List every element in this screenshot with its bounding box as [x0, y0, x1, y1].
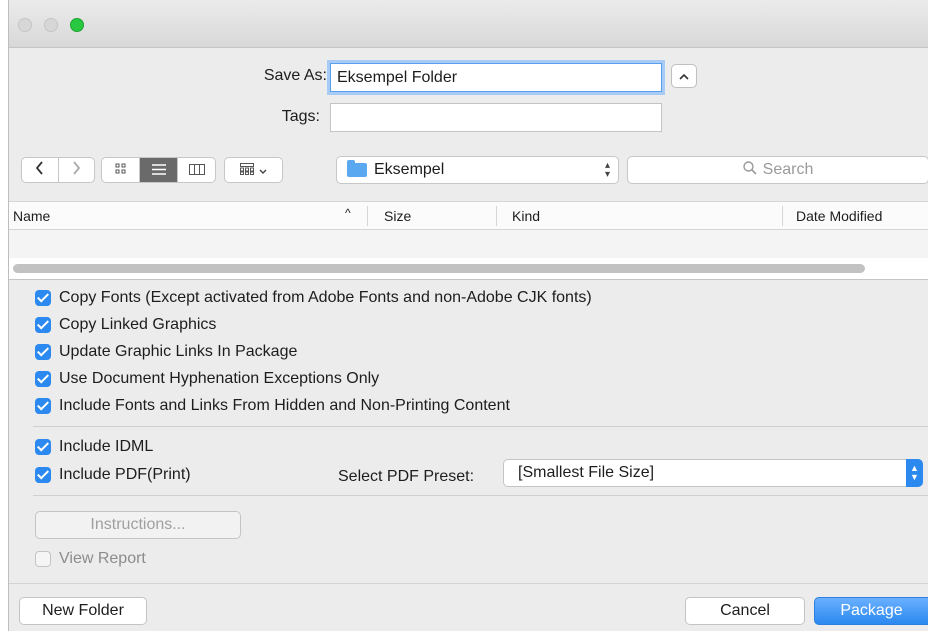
checkbox-checked-icon	[35, 317, 51, 333]
copy-fonts-checkbox[interactable]: Copy Fonts (Except activated from Adobe …	[35, 289, 592, 307]
column-view-button[interactable]	[178, 158, 215, 182]
checkbox-unchecked-icon	[35, 551, 51, 567]
back-button[interactable]	[22, 158, 59, 182]
column-date-modified[interactable]: Date Modified	[796, 208, 882, 224]
divider	[33, 495, 928, 496]
column-divider[interactable]	[496, 206, 497, 226]
file-list[interactable]	[9, 230, 928, 280]
tags-field[interactable]	[330, 103, 662, 132]
checkbox-checked-icon	[35, 344, 51, 360]
list-row	[9, 230, 928, 258]
checkbox-checked-icon	[35, 371, 51, 387]
up-down-chevron-icon: ▲ ▼	[906, 459, 923, 487]
column-divider[interactable]	[367, 206, 368, 226]
checkbox-checked-icon	[35, 439, 51, 455]
location-popup[interactable]: Eksempel ▴ ▾	[336, 156, 619, 184]
search-placeholder: Search	[762, 161, 814, 178]
cancel-button[interactable]: Cancel	[685, 597, 805, 625]
file-list-header: Name ^ Size Kind Date Modified	[9, 201, 928, 230]
gallery-group-icon	[240, 162, 254, 179]
checkbox-checked-icon	[35, 467, 51, 483]
update-graphic-links-checkbox[interactable]: Update Graphic Links In Package	[35, 343, 297, 361]
include-hidden-checkbox[interactable]: Include Fonts and Links From Hidden and …	[35, 397, 510, 415]
horizontal-scrollbar[interactable]	[13, 264, 865, 273]
column-size[interactable]: Size	[384, 208, 411, 224]
up-down-chevron-icon: ▴ ▾	[604, 160, 610, 180]
checkbox-checked-icon	[35, 398, 51, 414]
view-report-label: View Report	[59, 550, 146, 567]
save-as-label: Save As:	[263, 67, 327, 84]
forward-button[interactable]	[59, 158, 95, 182]
include-idml-label: Include IDML	[59, 438, 154, 455]
icon-view-button[interactable]	[102, 158, 140, 182]
list-icon	[151, 162, 166, 179]
pdf-preset-value: [Smallest File Size]	[518, 464, 655, 481]
pdf-preset-popup[interactable]: [Smallest File Size] ▲ ▼	[503, 459, 923, 487]
include-idml-checkbox[interactable]: Include IDML	[35, 438, 153, 456]
view-mode-segmented	[101, 157, 216, 183]
copy-linked-graphics-checkbox[interactable]: Copy Linked Graphics	[35, 316, 216, 334]
column-kind[interactable]: Kind	[512, 208, 540, 224]
nav-buttons	[21, 157, 95, 183]
zoom-window-button[interactable]	[70, 18, 84, 32]
include-hidden-label: Include Fonts and Links From Hidden and …	[59, 397, 510, 414]
collapse-button[interactable]	[671, 64, 697, 88]
view-report-checkbox[interactable]: View Report	[35, 550, 146, 568]
chevron-right-icon	[72, 161, 81, 179]
checkbox-checked-icon	[35, 290, 51, 306]
use-hyphenation-label: Use Document Hyphenation Exceptions Only	[59, 370, 380, 387]
save-as-field[interactable]: Eksempel Folder	[330, 63, 662, 92]
chevron-down-icon	[259, 162, 267, 179]
close-window-button[interactable]	[18, 18, 32, 32]
copy-fonts-label: Copy Fonts (Except activated from Adobe …	[59, 289, 592, 306]
update-graphic-links-label: Update Graphic Links In Package	[59, 343, 298, 360]
location-label: Eksempel	[374, 161, 445, 178]
include-pdf-label: Include PDF(Print)	[59, 466, 191, 483]
pdf-preset-label: Select PDF Preset:	[338, 468, 475, 485]
folder-icon	[347, 160, 367, 177]
search-icon	[742, 160, 757, 180]
columns-icon	[188, 162, 205, 179]
chevron-up-icon	[679, 69, 689, 83]
footer-bar: New Folder Cancel Package	[9, 583, 928, 631]
search-field[interactable]: Search	[627, 156, 928, 184]
column-name[interactable]: Name	[13, 208, 50, 224]
package-button[interactable]: Package	[814, 597, 928, 625]
list-view-button[interactable]	[140, 158, 178, 182]
use-hyphenation-checkbox[interactable]: Use Document Hyphenation Exceptions Only	[35, 370, 379, 388]
minimize-window-button[interactable]	[44, 18, 58, 32]
icon-grid-icon	[115, 162, 127, 179]
instructions-button[interactable]: Instructions...	[35, 511, 241, 539]
tags-label: Tags:	[281, 108, 320, 125]
chevron-left-icon	[35, 161, 44, 179]
new-folder-button[interactable]: New Folder	[19, 597, 147, 625]
sort-ascending-icon: ^	[345, 206, 351, 220]
divider	[33, 426, 928, 427]
column-divider[interactable]	[782, 206, 783, 226]
include-pdf-checkbox[interactable]: Include PDF(Print)	[35, 466, 191, 484]
group-button[interactable]	[224, 157, 283, 183]
copy-linked-graphics-label: Copy Linked Graphics	[59, 316, 217, 333]
title-bar	[9, 0, 928, 48]
save-dialog: Save As: Eksempel Folder Tags: Eksempel	[8, 0, 928, 631]
